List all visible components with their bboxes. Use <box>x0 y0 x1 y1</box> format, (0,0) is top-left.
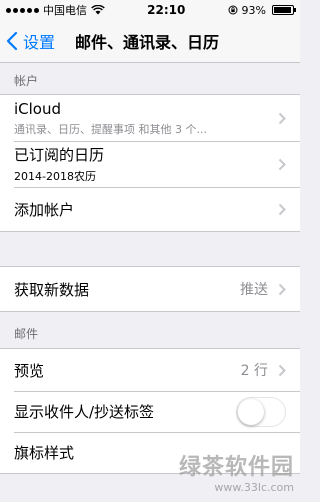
chevron-left-icon <box>6 31 18 51</box>
preview-row[interactable]: 预览 2 行 <box>0 349 300 391</box>
orientation-lock-icon <box>228 5 238 15</box>
row-text: 预览 <box>14 360 241 381</box>
chevron-right-icon <box>278 112 286 124</box>
status-right: 93% <box>228 3 296 17</box>
show-to-cc-toggle[interactable] <box>236 396 286 427</box>
navigation-bar: 设置 邮件、通讯录、日历 <box>0 20 300 63</box>
mail-group: 预览 2 行 显示收件人/抄送标签 旗标样式 <box>0 348 300 474</box>
chevron-right-icon <box>278 158 286 170</box>
account-row-subscribed-calendars[interactable]: 已订阅的日历 2014-2018农历 <box>0 141 300 187</box>
row-title: iCloud <box>14 99 62 118</box>
row-text: iCloud 通讯录、日历、提醒事项 和其他 3 个... <box>14 100 278 137</box>
row-text: 旗标样式 <box>14 442 286 463</box>
page-title: 邮件、通讯录、日历 <box>75 33 220 52</box>
section-header-accounts: 帐户 <box>14 74 39 88</box>
status-left: 中国电信 <box>6 2 105 18</box>
row-title: 已订阅的日历 <box>14 146 105 164</box>
row-title: 旗标样式 <box>14 444 75 462</box>
back-label: 设置 <box>23 33 56 52</box>
battery-fill <box>274 7 291 13</box>
accounts-group: iCloud 通讯录、日历、提醒事项 和其他 3 个... 已订阅的日历 201… <box>0 94 300 232</box>
row-value: 推送 <box>240 282 268 298</box>
row-title: 预览 <box>14 361 45 380</box>
back-button[interactable]: 设置 <box>0 20 55 62</box>
chevron-right-icon <box>278 283 286 295</box>
battery-icon <box>272 5 296 15</box>
add-account-row[interactable]: 添加帐户 <box>0 187 300 231</box>
row-title: 显示收件人/抄送标签 <box>14 403 155 421</box>
status-time: 22:10 <box>147 3 186 17</box>
wifi-icon <box>91 5 105 15</box>
battery-percent: 93% <box>241 3 266 17</box>
toggle-knob <box>238 398 264 425</box>
section-header-mail: 邮件 <box>14 327 39 341</box>
show-to-cc-label-row: 显示收件人/抄送标签 <box>0 391 300 432</box>
fetch-group: 获取新数据 推送 <box>0 266 300 312</box>
row-subtitle: 通讯录、日历、提醒事项 和其他 3 个... <box>14 122 207 136</box>
chevron-right-icon <box>278 203 286 215</box>
fetch-new-data-row[interactable]: 获取新数据 推送 <box>0 267 300 311</box>
row-title: 获取新数据 <box>14 280 90 299</box>
chevron-right-icon <box>278 364 286 376</box>
carrier-label: 中国电信 <box>43 4 87 17</box>
row-text: 已订阅的日历 2014-2018农历 <box>14 144 278 184</box>
flag-style-row[interactable]: 旗标样式 <box>0 432 300 473</box>
account-row-icloud[interactable]: iCloud 通讯录、日历、提醒事项 和其他 3 个... <box>0 95 300 141</box>
status-bar: 中国电信 22:10 93% <box>0 0 300 20</box>
row-title: 添加帐户 <box>14 200 75 219</box>
row-value: 2 行 <box>240 363 268 379</box>
watermark-url: www.33lc.com <box>214 481 294 494</box>
row-text: 显示收件人/抄送标签 <box>14 401 236 422</box>
row-text: 获取新数据 <box>14 279 240 300</box>
signal-icon <box>6 7 39 13</box>
row-subtitle: 2014-2018农历 <box>14 170 96 183</box>
row-text: 添加帐户 <box>14 199 278 220</box>
